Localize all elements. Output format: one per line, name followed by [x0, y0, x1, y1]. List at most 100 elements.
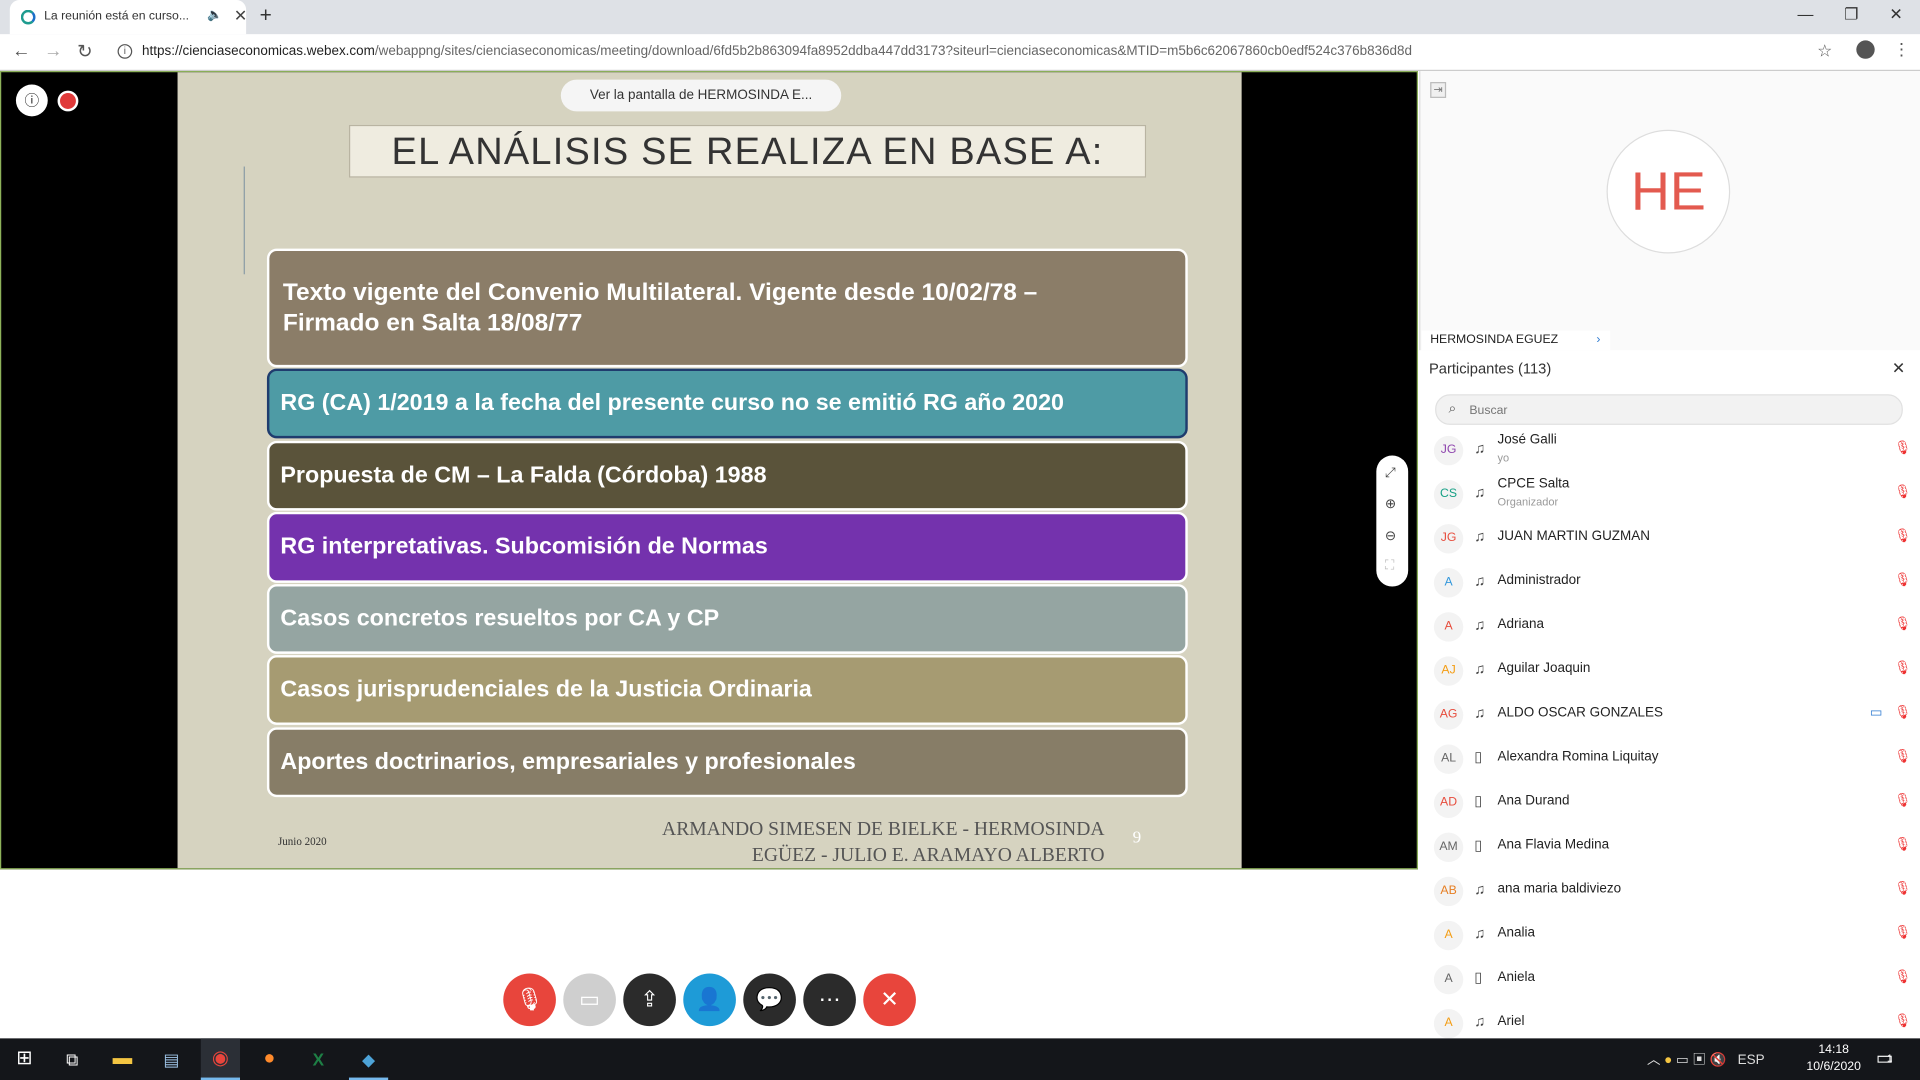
mic-muted-icon[interactable]: 🎙	[1894, 969, 1911, 985]
share-button[interactable]: ⇪	[623, 973, 676, 1027]
headset-icon: ♫	[1474, 571, 1486, 589]
chevron-right-icon[interactable]: ›	[1596, 331, 1600, 351]
participant-name: José Galli	[1497, 432, 1557, 447]
mic-muted-icon[interactable]: 🎙	[1894, 528, 1911, 544]
mic-muted-icon[interactable]: 🎙	[1894, 880, 1911, 897]
restore-icon[interactable]: ❐	[1844, 5, 1858, 25]
mic-muted-icon[interactable]: 🎙	[1894, 616, 1911, 632]
slide-item: RG interpretativas. Subcomisión de Norma…	[266, 511, 1188, 583]
expand-icon[interactable]: ⤢	[1385, 465, 1396, 481]
more-button[interactable]: ⋯	[803, 973, 856, 1027]
mute-button[interactable]: 🎙	[503, 973, 556, 1027]
participant-avatar: A	[1433, 612, 1464, 642]
chat-icon: 💬	[755, 986, 784, 1012]
reload-icon[interactable]: ↻	[77, 40, 92, 63]
network-icon[interactable]: ▣	[1693, 1053, 1706, 1068]
profile-icon[interactable]	[1856, 40, 1875, 59]
slide-item: Casos concretos resueltos por CA y CP	[266, 584, 1188, 654]
app-icon[interactable]: ▤	[153, 1038, 190, 1080]
browser-tab[interactable]: La reunión está en curso... 🔈 ✕	[9, 0, 247, 35]
forward-icon[interactable]: →	[44, 40, 62, 61]
video-name-tag[interactable]: HERMOSINDA EGUEZ ›	[1421, 330, 1611, 351]
participant-row[interactable]: A ♫ Ariel 🎙	[1424, 1002, 1920, 1039]
back-icon[interactable]: ←	[12, 40, 30, 61]
participant-avatar: A	[1433, 964, 1464, 995]
close-icon[interactable]: ✕	[1892, 359, 1905, 379]
mic-muted-icon[interactable]: 🎙	[1894, 748, 1911, 764]
fit-icon[interactable]: ⛶	[1385, 558, 1394, 574]
participant-avatar: AB	[1433, 876, 1464, 907]
new-tab-button[interactable]: +	[260, 4, 272, 28]
mic-muted-icon[interactable]: 🎙	[1894, 836, 1911, 853]
clock-time: 14:18	[1818, 1043, 1849, 1057]
volume-mute-icon[interactable]: 🔇	[1710, 1053, 1727, 1068]
language-indicator[interactable]: ESP	[1738, 1053, 1765, 1068]
search-field[interactable]: ⌕	[1435, 394, 1903, 425]
zoom-out-icon[interactable]: ⊖	[1385, 528, 1396, 544]
participant-row[interactable]: A ♫ Adriana 🎙	[1424, 605, 1920, 649]
chat-button[interactable]: 💬	[743, 973, 796, 1027]
browser-tab-bar	[0, 0, 1920, 35]
collapse-panel-icon[interactable]: ⇥	[1430, 82, 1447, 98]
clock[interactable]: 14:18 10/6/2020	[1800, 1042, 1867, 1076]
share-view-banner[interactable]: Ver la pantalla de HERMOSINDA E...	[560, 79, 842, 112]
bookmark-star-icon[interactable]: ☆	[1817, 40, 1832, 61]
menu-dots-icon[interactable]: ⋮	[1893, 39, 1910, 60]
participant-row[interactable]: A ♫ Administrador 🎙	[1424, 561, 1920, 605]
speaker-icon[interactable]: 🔈	[207, 9, 222, 22]
participant-row[interactable]: JG ♫ José Galli yo 🎙	[1424, 429, 1920, 473]
participant-name: Ana Durand	[1497, 793, 1570, 809]
participant-avatar: AJ	[1433, 656, 1464, 686]
participants-button[interactable]: 👤	[683, 973, 736, 1027]
participant-row[interactable]: AG ♫ ALDO OSCAR GONZALES ▭ 🎙	[1424, 693, 1920, 737]
tray-app-icon[interactable]: ▭	[1676, 1053, 1689, 1068]
search-input[interactable]	[1469, 400, 1886, 421]
file-explorer-icon[interactable]: ▬	[104, 1038, 141, 1080]
app-icon[interactable]: ◆	[348, 1038, 389, 1080]
search-icon: ⌕	[1448, 401, 1457, 417]
mic-muted-icon[interactable]: 🎙	[1894, 440, 1911, 456]
mic-muted-icon[interactable]: 🎙	[1894, 1013, 1911, 1029]
mic-muted-icon[interactable]: 🎙	[1894, 572, 1911, 588]
participant-row[interactable]: A ▯ Aniela 🎙	[1424, 958, 1920, 1002]
headset-icon: ♫	[1474, 483, 1486, 501]
mic-muted-icon[interactable]: 🎙	[1894, 660, 1911, 676]
mic-muted-icon[interactable]: 🎙	[1894, 924, 1911, 941]
participant-row[interactable]: AJ ♫ Aguilar Joaquin 🎙	[1424, 649, 1920, 693]
close-window-icon[interactable]: ✕	[1889, 5, 1902, 25]
mic-muted-icon[interactable]: 🎙	[1894, 792, 1911, 808]
recording-icon[interactable]	[57, 90, 79, 112]
slide-item: Casos jurisprudenciales de la Justicia O…	[266, 655, 1188, 725]
phone-icon: ▯	[1474, 968, 1483, 986]
meeting-info-icon[interactable]: ⓘ	[15, 84, 48, 117]
zoom-in-icon[interactable]: ⊕	[1385, 496, 1396, 512]
tray-app-icon[interactable]: ●	[1664, 1053, 1672, 1068]
participants-header: Participantes (113)	[1428, 360, 1552, 378]
leave-button[interactable]: ✕	[863, 973, 916, 1027]
notification-icon[interactable]: ▭ 1	[1876, 1047, 1893, 1069]
excel-icon[interactable]: X	[300, 1038, 337, 1080]
participant-row[interactable]: JG ♫ JUAN MARTIN GUZMAN 🎙	[1424, 517, 1920, 561]
participant-avatar: AM	[1433, 832, 1464, 863]
firefox-icon[interactable]: ●	[251, 1038, 288, 1080]
mic-muted-icon[interactable]: 🎙	[1894, 704, 1911, 720]
participant-avatar: CS	[1433, 480, 1464, 510]
participant-row[interactable]: CS ♫ CPCE Salta Organizador 🎙	[1424, 473, 1920, 517]
participant-row[interactable]: AM ▯ Ana Flavia Medina 🎙	[1424, 825, 1920, 869]
participant-row[interactable]: AB ♫ ana maria baldiviezo 🎙	[1424, 869, 1920, 913]
windows-start-icon[interactable]: ⊞	[10, 1038, 39, 1080]
video-button[interactable]: ▭	[563, 973, 616, 1027]
close-tab-icon[interactable]: ✕	[234, 6, 247, 26]
participant-row[interactable]: AL ▯ Alexandra Romina Liquitay 🎙	[1424, 737, 1920, 781]
participant-row[interactable]: A ♫ Analia 🎙	[1424, 913, 1920, 957]
site-info-icon[interactable]: i	[117, 44, 133, 59]
windows-taskbar	[0, 1038, 1920, 1080]
mic-muted-icon[interactable]: 🎙	[1894, 484, 1911, 500]
url-field[interactable]: i https://cienciaseconomicas.webex.com/w…	[110, 39, 1843, 66]
participant-row[interactable]: AD ▯ Ana Durand 🎙	[1424, 781, 1920, 825]
task-view-icon[interactable]: ⧉	[56, 1038, 88, 1080]
chevron-up-icon[interactable]: ︿	[1647, 1053, 1660, 1068]
minimize-icon[interactable]: —	[1798, 5, 1814, 23]
close-icon: ✕	[880, 986, 899, 1012]
chrome-icon[interactable]: ◉	[200, 1038, 241, 1080]
